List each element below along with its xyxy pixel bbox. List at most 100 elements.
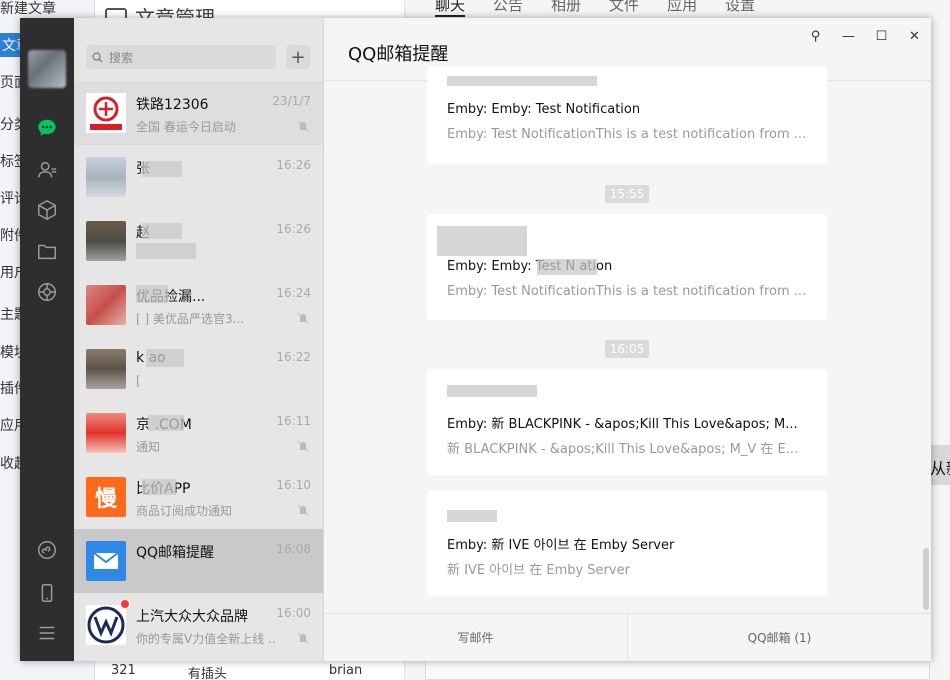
pin-icon[interactable]: ⚲ [799,26,832,46]
blur-mask [537,259,597,275]
conversation-time: 16:11 [276,414,311,428]
message-card[interactable]: Emby: Emby: Test N ation Emby: Test Noti… [427,214,827,320]
conversation-time: 16:10 [276,478,311,492]
chat-title: QQ邮箱提醒 [348,44,449,65]
conversation-time: 16:24 [276,286,311,300]
conversation-item[interactable]: 上汽大众大众品牌 16:00 你的专属V力值全新上线 ... [74,593,323,657]
blur-mask [437,226,527,256]
conversation-item[interactable]: 铁路12306 23/1/7 全国 春运今日启动 [74,81,323,145]
bg-menu-new-post[interactable]: 新建文章 [0,0,56,18]
avatar[interactable] [28,50,66,88]
conversation-preview: [ [136,374,141,388]
conversation-item[interactable]: 赵 16:26 [74,209,323,273]
blur-mask [447,385,537,397]
conversation-name: 上汽大众大众品牌 [136,609,248,625]
minimize-button[interactable]: — [832,26,865,46]
bg-cell-id: 321 [111,663,136,678]
blur-mask [136,565,266,579]
avatar [86,349,126,389]
bg-tab-album[interactable]: 相册 [551,0,581,17]
bg-side-button[interactable]: 从新 [928,445,950,485]
mute-icon [297,632,309,644]
conversation-time: 16:00 [276,606,311,620]
timestamp-label: 15:55 [605,185,649,203]
search-icon [92,52,103,63]
conversation-item[interactable]: 慢 比价APP 16:10 商品订阅成功通知 [74,465,323,529]
conversation-preview: 通知 [136,440,161,454]
blur-mask [136,285,168,303]
message-card[interactable]: Emby: Emby: Test Notification Emby: Test… [427,66,827,164]
conversation-time: 16:08 [276,542,311,556]
mute-icon [297,504,309,516]
moments-icon[interactable] [35,280,59,304]
compose-button[interactable]: 写邮件 [324,614,628,661]
volkswagen-logo-icon [86,599,130,645]
blur-mask [142,479,176,495]
bg-tab-settings[interactable]: 设置 [725,0,755,17]
conversation-item[interactable]: 张 16:26 [74,145,323,209]
footer-bar: 写邮件 QQ邮箱 (1) [324,613,931,661]
avatar [86,221,126,261]
avatar [86,157,126,197]
message-heading: Emby: Emby: Test Notification [447,102,641,117]
conversation-time: 23/1/7 [272,94,311,108]
message-detail: 新 IVE 아이브 在 Emby Server [447,563,630,578]
conversation-item[interactable]: 优品捡漏... 16:24 [ ] 美优品严选官3... [74,273,323,337]
bg-tab-chat[interactable]: 聊天 [435,0,466,17]
railway-logo-icon [86,93,126,133]
phone-icon[interactable] [35,581,59,605]
conversation-item[interactable]: 京 .COM 16:11 通知 [74,401,323,465]
window-controls: ⚲ — ☐ ✕ [799,26,931,46]
bg-tab-files[interactable]: 文件 [609,0,639,17]
conversation-time: 16:26 [276,158,311,172]
blur-mask [146,349,184,367]
conversation-preview: 你的专属V力值全新上线 ... [136,632,276,646]
conversation-name: 铁路12306 [136,97,209,113]
chat-icon[interactable] [35,116,59,140]
conversation-time: 16:26 [276,222,311,236]
timestamp-label: 16:05 [605,340,649,358]
contacts-icon[interactable] [35,158,59,182]
search-input[interactable]: 搜索 [86,45,276,69]
add-button[interactable]: + [286,45,310,69]
mini-program-icon[interactable] [35,538,59,562]
bg-tab-announce[interactable]: 公告 [493,0,523,17]
mute-icon [297,312,309,324]
mute-icon [297,440,309,452]
search-placeholder: 搜索 [109,50,134,65]
mail-icon [86,541,126,581]
bg-tabs: 聊天 公告 相册 文件 应用 设置 [435,0,755,17]
bg-cell-title: 有插头 [187,667,227,680]
conversation-time: 16:22 [276,350,311,364]
mute-icon [297,120,309,132]
conversation-item[interactable]: k ao 16:22 [ [74,337,323,401]
scrollbar[interactable] [923,548,929,610]
message-card[interactable]: Emby: 新 BLACKPINK - &apos;Kill This Love… [427,369,827,475]
mailbox-button[interactable]: QQ邮箱 (1) [628,614,931,661]
message-heading: Emby: 新 BLACKPINK - &apos;Kill This Love… [447,417,798,432]
message-card[interactable]: Emby: 新 IVE 아이브 在 Emby Server 新 IVE 아이브 … [427,490,827,596]
nav-bar [20,18,74,661]
blur-mask [136,243,196,259]
blur-mask [142,161,182,177]
conversation-name: QQ邮箱提醒 [136,545,215,561]
bg-tab-apps[interactable]: 应用 [667,0,697,17]
message-detail: Emby: Test NotificationThis is a test no… [447,284,807,299]
blur-mask [148,415,184,431]
blur-mask [447,76,597,86]
message-detail: Emby: Test NotificationThis is a test no… [447,127,807,142]
bg-table-row[interactable]: 321 有插头 brian [105,660,405,680]
chat-pane: QQ邮箱提醒 ⚲ — ☐ ✕ Emby: Emby: Test Notifica… [324,18,931,661]
maximize-button[interactable]: ☐ [865,26,898,46]
conversation-preview: 全国 春运今日启动 [136,120,236,134]
menu-icon[interactable] [35,621,59,645]
price-app-logo-icon: 慢 [86,477,126,517]
conversation-list: 搜索 + 铁路12306 23/1/7 全国 春运今日启动 张 16:26 赵 … [74,18,324,661]
bg-cell-author: brian [328,663,363,678]
favorites-icon[interactable] [35,198,59,222]
unread-badge [120,599,130,609]
blur-mask [447,510,497,522]
conversation-item-selected[interactable]: QQ邮箱提醒 16:08 [74,529,323,593]
folder-icon[interactable] [35,239,59,263]
close-button[interactable]: ✕ [898,26,931,46]
